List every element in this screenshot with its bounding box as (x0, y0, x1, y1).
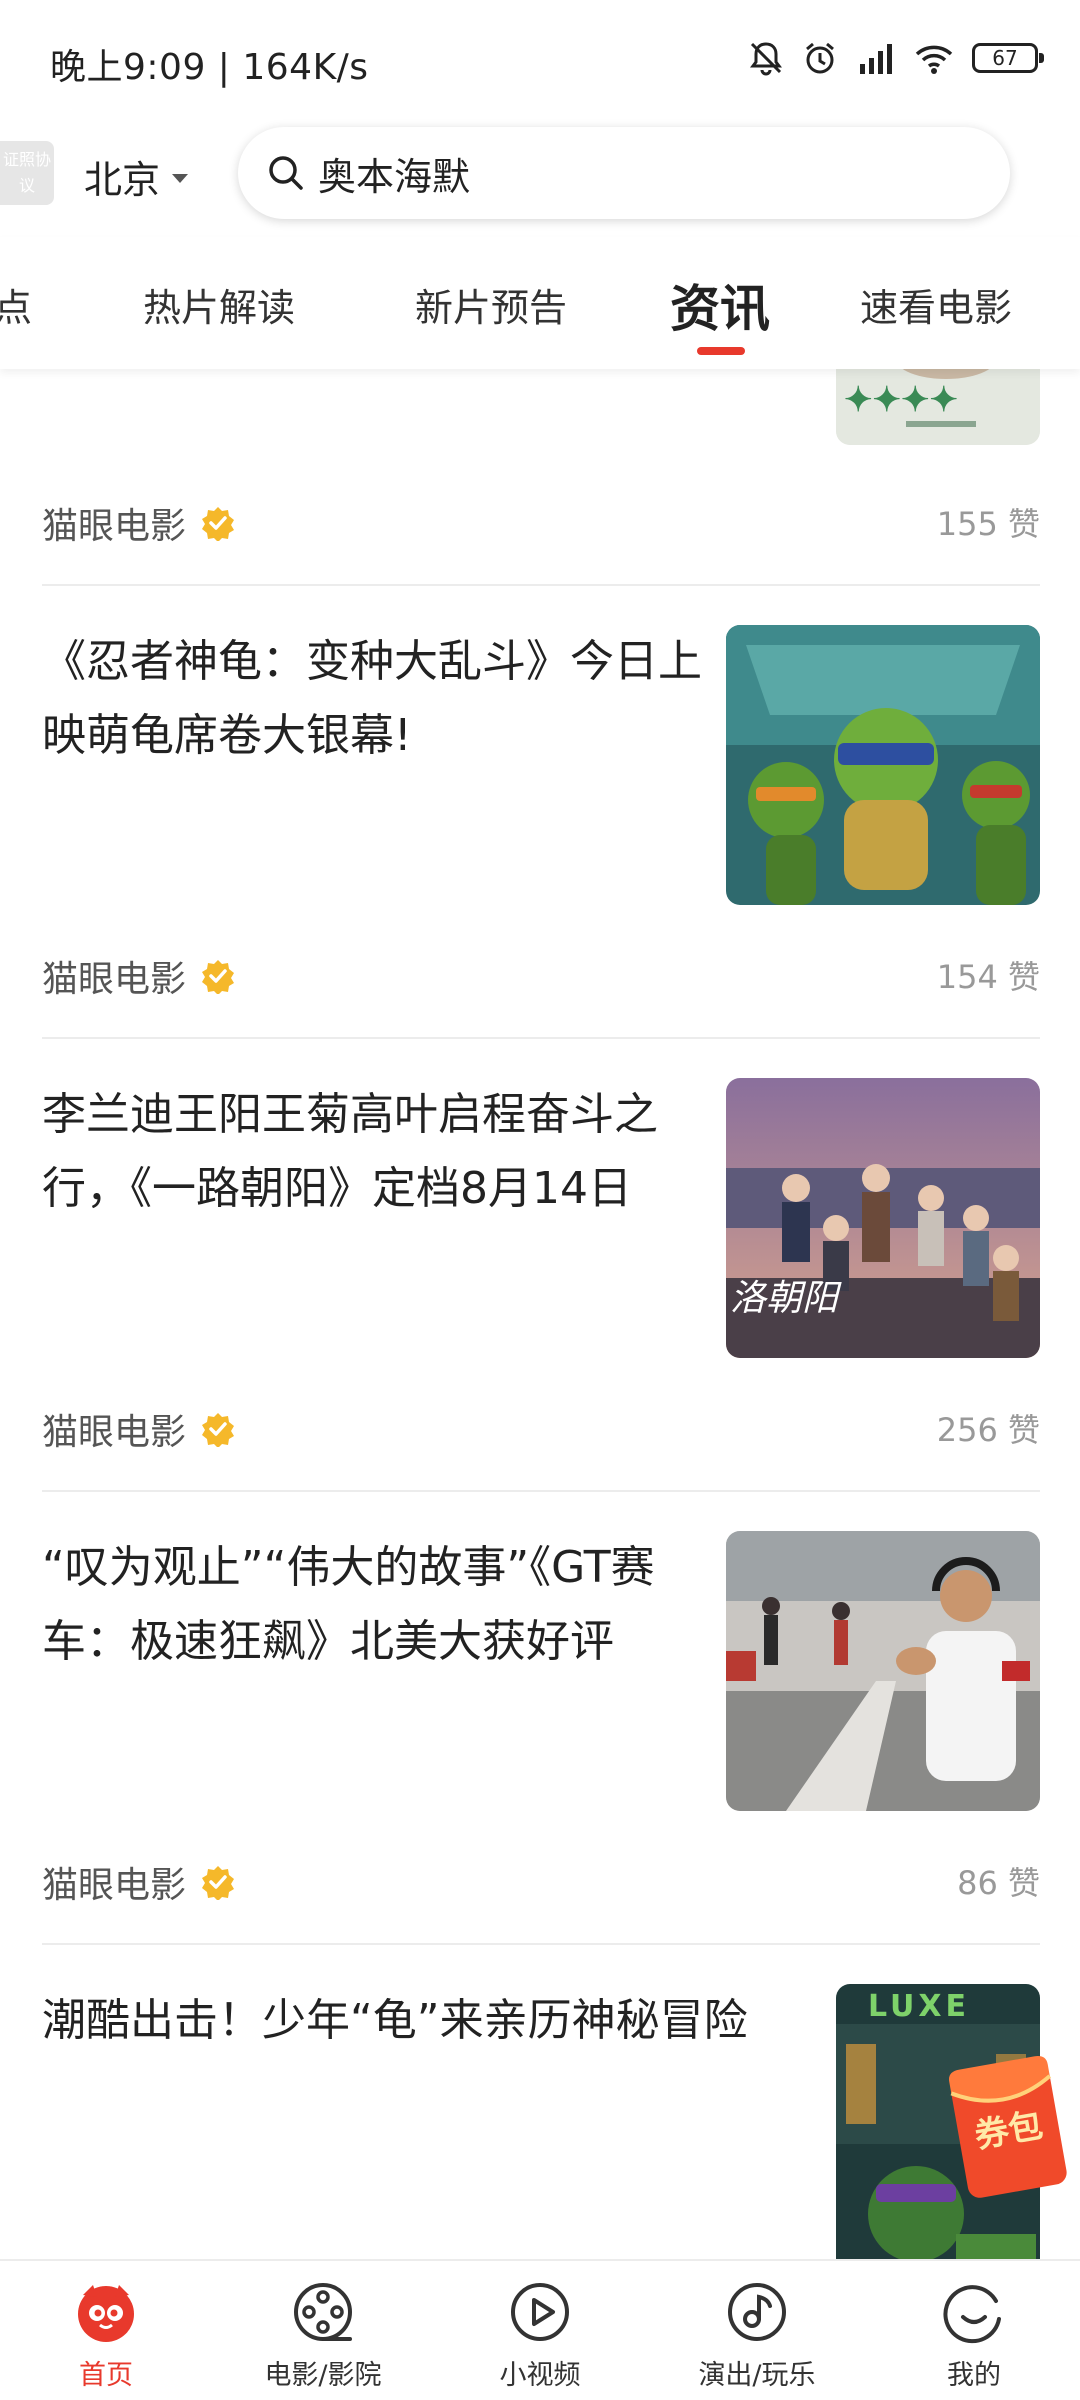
article-meta: 猫眼电影 256 赞 (42, 1397, 1040, 1457)
city-label: 北京 (84, 158, 161, 202)
nav-shows-fun[interactable]: 演出/玩乐 (657, 2279, 857, 2392)
source-name: 猫眼电影 (42, 959, 187, 1000)
like-count[interactable]: 256 赞 (937, 1405, 1040, 1451)
chevron-down-icon (172, 174, 189, 183)
category-tabs: 点 热片解读 新片预告 资讯 速看电影 (0, 237, 1080, 369)
signal-icon (856, 40, 896, 76)
nav-movies-cinemas[interactable]: 电影/影院 (223, 2279, 423, 2392)
article-thumbnail[interactable]: 洛朝阳 (726, 1078, 1040, 1358)
tab-partial[interactable]: 点 (0, 277, 32, 332)
source-name: 猫眼电影 (42, 1865, 187, 1906)
profile-icon (943, 2285, 1001, 2344)
tab-quick-movies[interactable]: 速看电影 (860, 277, 1012, 332)
article-item[interactable]: “叹为观止”“伟大的故事”《GT赛车：极速狂飙》北美大获好评 (0, 1531, 1080, 1821)
divider (42, 1943, 1040, 1945)
header: 证照协议 北京 奥本海默 (0, 125, 1080, 237)
like-count[interactable]: 86 赞 (957, 1858, 1040, 1904)
tab-hot-interpretation[interactable]: 热片解读 (143, 277, 295, 332)
alarm-icon (802, 40, 838, 76)
verified-badge-icon (202, 960, 235, 994)
news-feed[interactable]: ✦✦✦✦ 猫眼电影 155 赞 《忍者神龟：变种大乱斗》今日上映萌龟席卷大银幕! (0, 369, 1080, 2259)
article-item[interactable]: 《忍者神龟：变种大乱斗》今日上映萌龟席卷大银幕! (0, 625, 1080, 915)
article-meta: 猫眼电影 155 赞 (42, 491, 1040, 551)
status-time-speed: 晚上9:09 | 164K/s (50, 47, 369, 88)
article-thumbnail[interactable]: ✦✦✦✦ (836, 369, 1040, 445)
music-note-icon (728, 2283, 786, 2341)
article-thumbnail[interactable] (726, 625, 1040, 905)
svg-text:✦✦✦✦: ✦✦✦✦ (844, 380, 958, 420)
film-reel-icon (294, 2283, 352, 2341)
cat-home-icon (78, 2285, 134, 2342)
nav-profile[interactable]: 我的 (874, 2279, 1074, 2392)
article-title[interactable]: “叹为观止”“伟大的故事”《GT赛车：极速狂飙》北美大获好评 (42, 1531, 702, 1679)
license-badge[interactable]: 证照协议 (0, 141, 54, 205)
search-bar[interactable]: 奥本海默 (238, 127, 1010, 219)
battery-icon: 67 (972, 43, 1044, 73)
article-thumbnail[interactable] (726, 1531, 1040, 1811)
wifi-icon (914, 40, 954, 76)
search-input[interactable]: 奥本海默 (318, 146, 470, 201)
like-count[interactable]: 154 赞 (937, 952, 1040, 998)
verified-badge-icon (202, 1866, 235, 1900)
nav-home[interactable]: 首页 (6, 2279, 206, 2392)
mute-bell-icon (748, 40, 784, 76)
active-tab-indicator (697, 347, 745, 355)
tab-new-trailers[interactable]: 新片预告 (415, 277, 567, 332)
verified-badge-icon (202, 1413, 235, 1447)
article-title[interactable]: 《忍者神龟：变种大乱斗》今日上映萌龟席卷大银幕! (42, 625, 702, 773)
like-count[interactable]: 155 赞 (937, 499, 1040, 545)
verified-badge-icon (202, 507, 235, 541)
city-selector[interactable]: 北京 (84, 149, 189, 204)
article-title[interactable]: 潮酷出击！少年“龟”来亲历神秘冒险 (42, 1984, 822, 2058)
source-name: 猫眼电影 (42, 1412, 187, 1453)
article-item[interactable]: 李兰迪王阳王菊高叶启程奋斗之行，《一路朝阳》定档8月14日 洛朝阳 (0, 1078, 1080, 1368)
source-name: 猫眼电影 (42, 506, 187, 547)
divider (42, 1037, 1040, 1039)
nav-short-videos[interactable]: 小视频 (440, 2279, 640, 2392)
divider (42, 584, 1040, 586)
article-meta: 猫眼电影 154 赞 (42, 944, 1040, 1004)
article-item[interactable]: 潮酷出击！少年“龟”来亲历神秘冒险 LUXE (0, 1984, 1080, 2259)
svg-text:洛朝阳: 洛朝阳 (730, 1278, 842, 1319)
play-icon (511, 2283, 569, 2341)
status-icons: 67 (748, 40, 1044, 76)
search-icon (269, 156, 303, 190)
coupon-package-button[interactable]: 券包 (944, 2052, 1072, 2202)
status-bar: 晚上9:09 | 164K/s 67 (0, 0, 1080, 125)
tab-news[interactable]: 资讯 (670, 269, 770, 341)
svg-text:LUXE: LUXE (868, 1989, 970, 2024)
divider (42, 1490, 1040, 1492)
bottom-navigation: 首页 电影/影院 小视频 演出/玩乐 我的 (0, 2259, 1080, 2400)
article-title[interactable]: 李兰迪王阳王菊高叶启程奋斗之行，《一路朝阳》定档8月14日 (42, 1078, 702, 1226)
article-meta: 猫眼电影 86 赞 (42, 1850, 1040, 1910)
